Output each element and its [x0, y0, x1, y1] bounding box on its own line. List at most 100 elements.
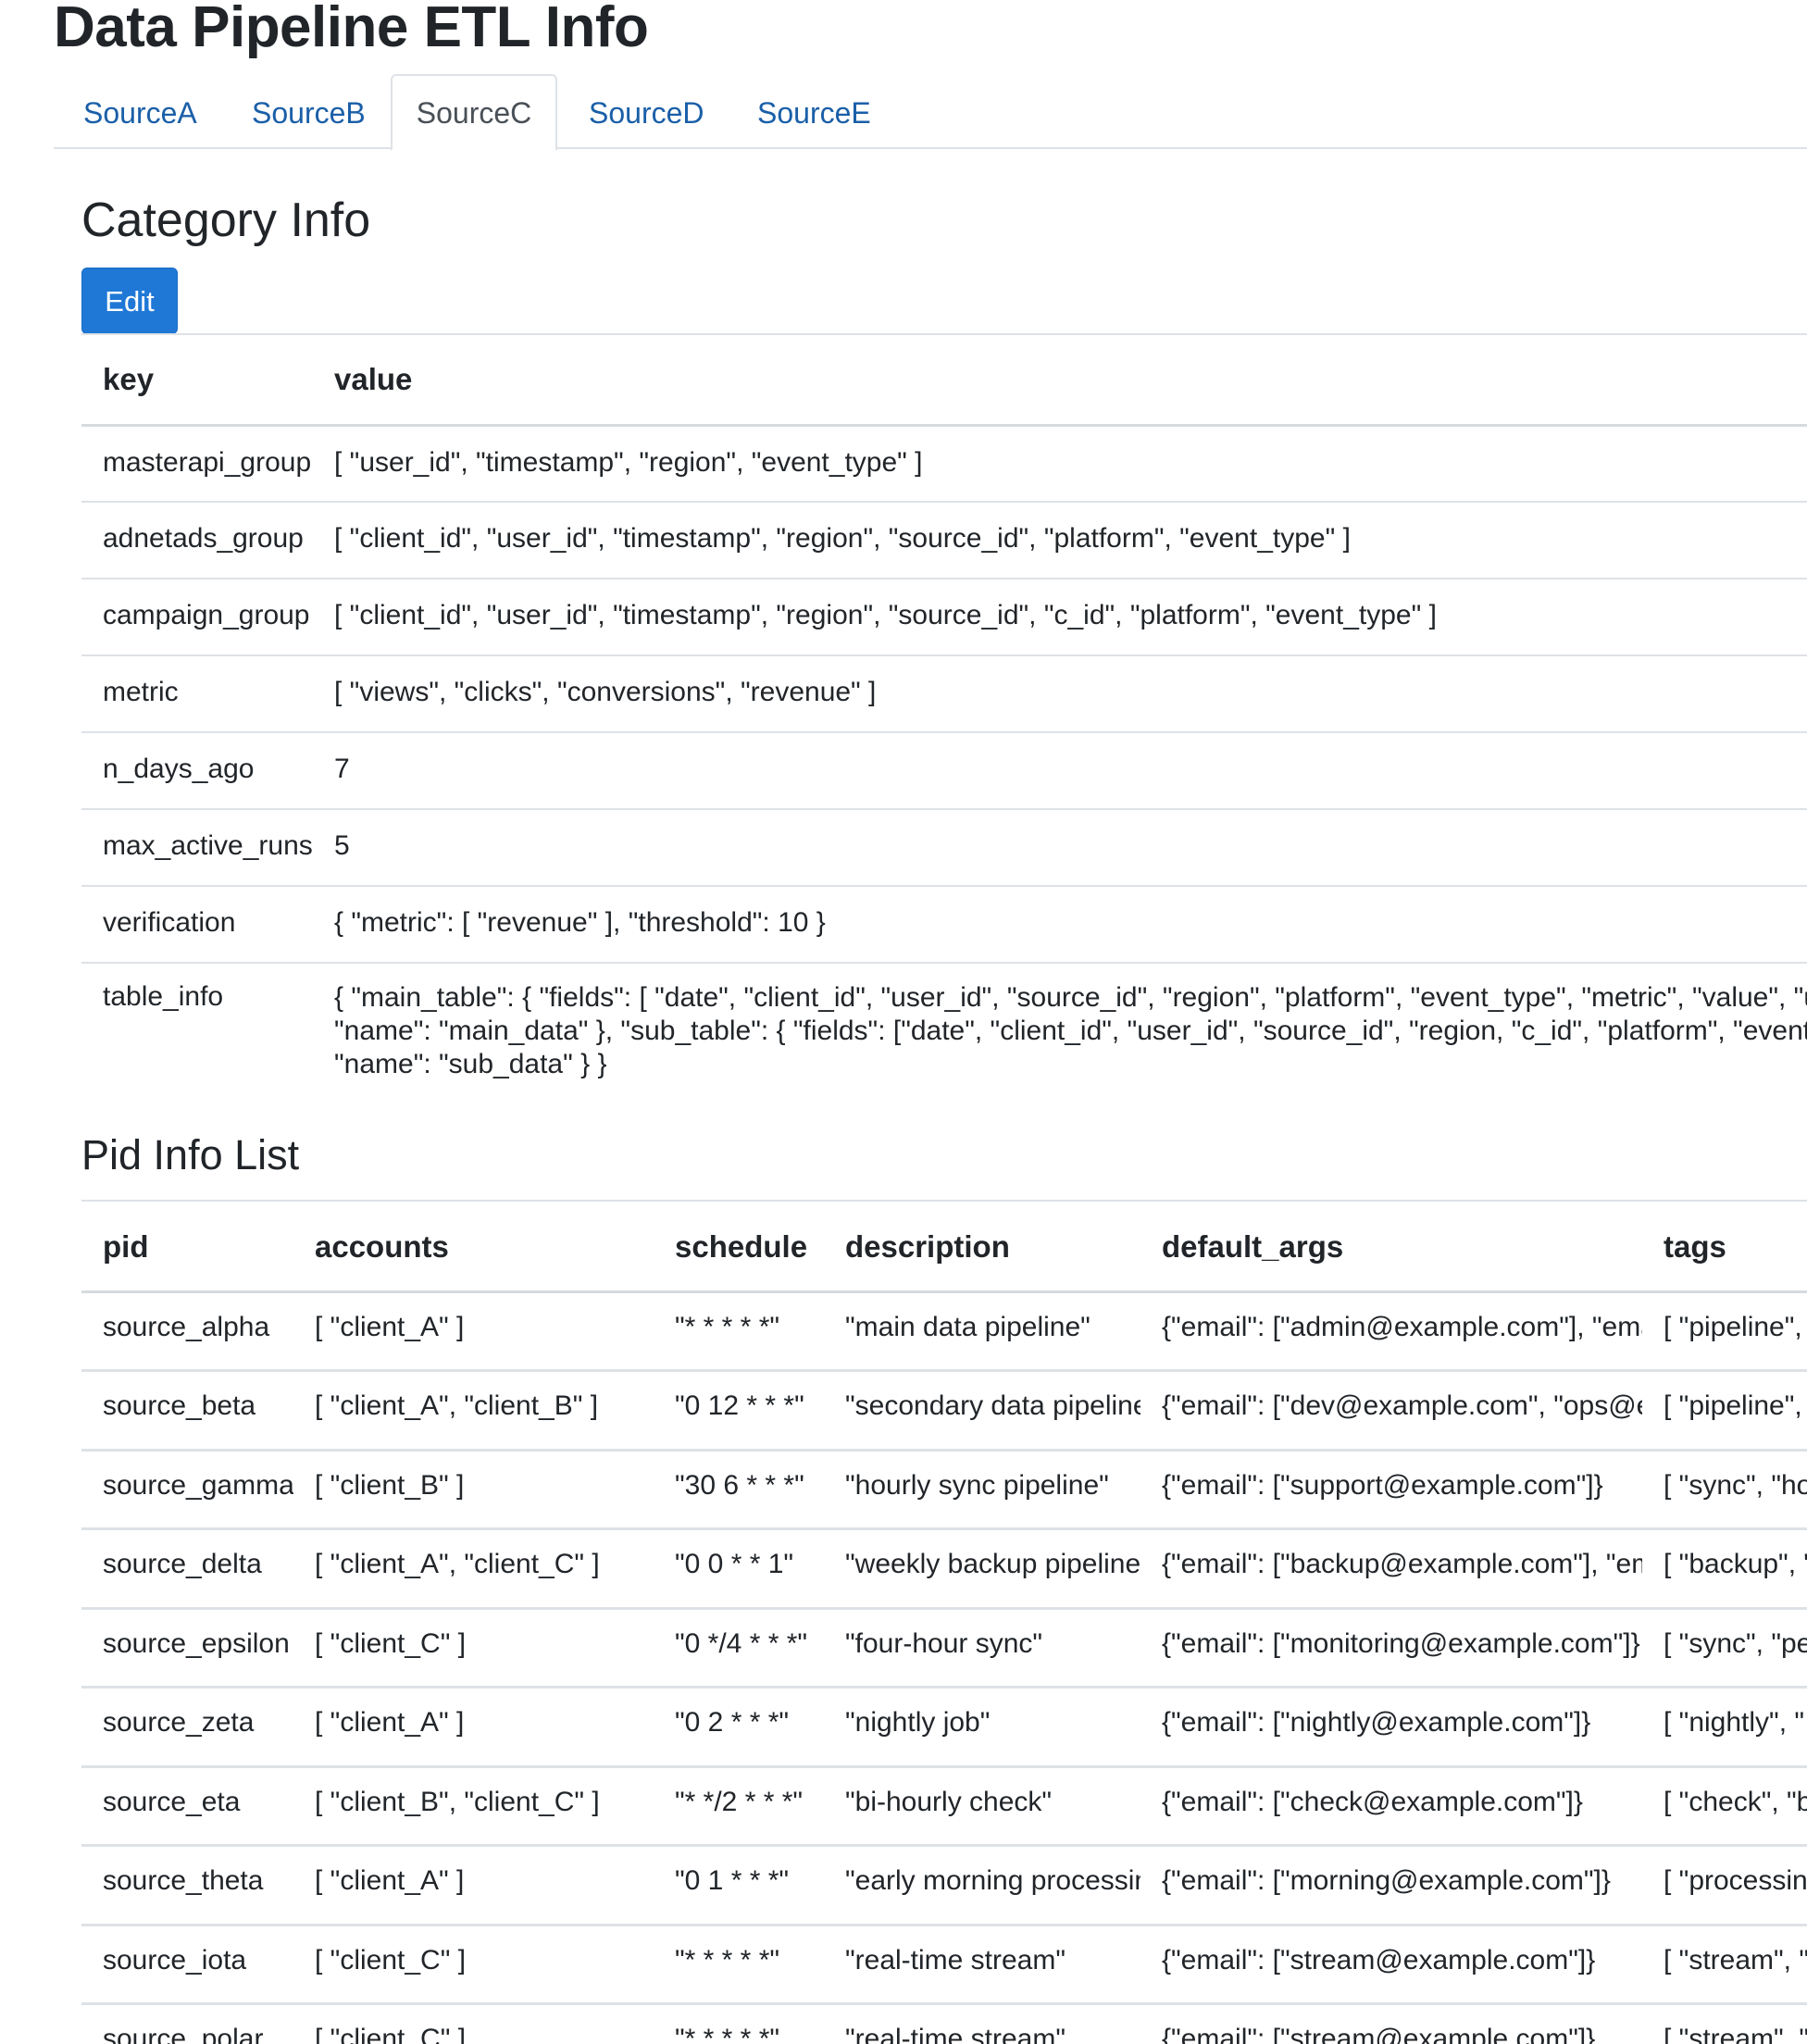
column-header-value: value	[334, 362, 413, 396]
description-cell: "early morning processing"	[845, 1865, 1140, 1896]
column-header-default-args: default_args	[1162, 1229, 1344, 1264]
column-header-pid: pid	[103, 1229, 149, 1264]
table-row: source_alpha [ "client_A" ] "* * * * *" …	[81, 1291, 1807, 1371]
description-cell: "secondary data pipeline"	[845, 1390, 1140, 1421]
table-row: source_eta [ "client_B", "client_C" ] "*…	[81, 1766, 1807, 1846]
description-cell: "main data pipeline"	[845, 1311, 1090, 1342]
pid-cell: source_polar	[103, 2024, 264, 2044]
column-header-accounts: accounts	[315, 1229, 449, 1264]
description-cell: "nightly job"	[845, 1707, 991, 1738]
table-row: metric [ "views", "clicks", "conversions…	[81, 655, 1807, 732]
accounts-cell: [ "client_A" ]	[315, 1865, 465, 1896]
category-info-table: key value masterapi_group [ "user_id", "…	[81, 333, 1807, 1089]
pid-cell: source_zeta	[103, 1707, 255, 1738]
tags-cell: [ "sync", "pe	[1664, 1627, 1807, 1659]
pid-info-table: pid accounts schedule description defaul…	[81, 1200, 1807, 2044]
default-args-cell: {"email": ["support@example.com"]}	[1162, 1469, 1603, 1501]
schedule-cell: "0 */4 * * *"	[675, 1627, 808, 1659]
tab-source-c[interactable]: SourceC	[391, 74, 557, 151]
pid-cell: source_alpha	[103, 1311, 270, 1342]
tags-cell: [ "pipeline", "	[1664, 1390, 1807, 1421]
description-cell: "hourly sync pipeline"	[845, 1469, 1109, 1501]
tags-cell: [ "processing	[1664, 1865, 1807, 1896]
default-args-cell: {"email": ["stream@example.com"]}	[1162, 2024, 1596, 2044]
description-cell: "bi-hourly check"	[845, 1786, 1053, 1817]
table-row: source_beta [ "client_A", "client_B" ] "…	[81, 1371, 1807, 1450]
column-header-schedule: schedule	[675, 1229, 808, 1264]
default-args-cell: {"email": ["admin@example.com"], "email_…	[1162, 1311, 1642, 1342]
column-header-description: description	[845, 1229, 1010, 1264]
tab-source-b[interactable]: SourceB	[252, 74, 366, 149]
page-root: Data Pipeline ETL Info SourceA SourceB S…	[0, 0, 1807, 2044]
table-row: source_theta [ "client_A" ] "0 1 * * *" …	[81, 1846, 1807, 1925]
row-value: 5	[334, 830, 350, 861]
tags-cell: [ "stream", "	[1664, 1944, 1807, 1975]
schedule-cell: "0 0 * * 1"	[675, 1549, 794, 1579]
row-value: [ "client_id", "user_id", "timestamp", "…	[334, 523, 1351, 554]
pid-cell: source_theta	[103, 1865, 264, 1896]
category-header-row: key value	[81, 334, 1807, 425]
pid-info-list-title: Pid Info List	[81, 1131, 300, 1178]
tab-source-e[interactable]: SourceE	[757, 74, 871, 149]
tags-cell: [ "sync", "ho	[1664, 1469, 1807, 1501]
page-title: Data Pipeline ETL Info	[54, 0, 649, 59]
table-row: source_zeta [ "client_A" ] "0 2 * * *" "…	[81, 1688, 1807, 1766]
default-args-cell: {"email": ["nightly@example.com"]}	[1162, 1707, 1591, 1738]
schedule-cell: "0 1 * * *"	[675, 1865, 790, 1896]
accounts-cell: [ "client_B", "client_C" ]	[315, 1786, 600, 1817]
pid-cell: source_beta	[103, 1390, 256, 1421]
row-value: { "metric": [ "revenue" ], "threshold": …	[334, 907, 826, 938]
tags-cell: [ "check", "b	[1664, 1786, 1807, 1817]
source-tabs: SourceA SourceB SourceC SourceD SourceE	[54, 74, 1807, 151]
row-key: n_days_ago	[103, 754, 255, 784]
table-row: source_delta [ "client_A", "client_C" ] …	[81, 1529, 1807, 1608]
table-row: source_polar [ "client_C" ] "* * * * *" …	[81, 2004, 1807, 2044]
default-args-cell: {"email": ["check@example.com"]}	[1162, 1786, 1583, 1817]
table-row: table_info { "main_table": { "fields": […	[81, 963, 1807, 1089]
category-info-title: Category Info	[81, 193, 371, 247]
schedule-cell: "30 6 * * *"	[675, 1469, 804, 1501]
pid-cell: source_eta	[103, 1786, 241, 1817]
table-row: verification { "metric": [ "revenue" ], …	[81, 886, 1807, 963]
row-key: metric	[103, 677, 179, 707]
schedule-cell: "* * * * *"	[675, 2024, 780, 2044]
tags-cell: [ "stream", "	[1664, 2024, 1807, 2044]
row-value: 7	[334, 754, 350, 784]
row-value: [ "user_id", "timestamp", "region", "eve…	[334, 446, 923, 478]
pid-cell: source_delta	[103, 1549, 262, 1579]
edit-button[interactable]: Edit	[81, 268, 178, 334]
table-row: source_gamma [ "client_B" ] "30 6 * * *"…	[81, 1450, 1807, 1529]
column-header-tags: tags	[1664, 1229, 1726, 1264]
accounts-cell: [ "client_A", "client_B" ]	[315, 1390, 599, 1421]
tab-source-a[interactable]: SourceA	[83, 74, 197, 149]
schedule-cell: "0 12 * * *"	[675, 1390, 804, 1421]
table-row: n_days_ago 7	[81, 732, 1807, 809]
tab-source-d[interactable]: SourceD	[589, 74, 704, 149]
description-cell: "real-time stream"	[845, 1944, 1066, 1975]
tags-cell: [ "backup", "	[1664, 1549, 1807, 1579]
schedule-cell: "* */2 * * *"	[675, 1786, 804, 1817]
pid-cell: source_epsilon	[103, 1627, 290, 1659]
accounts-cell: [ "client_A" ]	[315, 1311, 465, 1342]
accounts-cell: [ "client_A", "client_C" ]	[315, 1549, 600, 1579]
pid-cell: source_iota	[103, 1944, 247, 1975]
pid-header-row: pid accounts schedule description defaul…	[81, 1201, 1807, 1291]
schedule-cell: "* * * * *"	[675, 1944, 780, 1975]
pid-cell: source_gamma	[103, 1469, 293, 1501]
accounts-cell: [ "client_C" ]	[315, 1944, 467, 1975]
default-args-cell: {"email": ["dev@example.com", "ops@exam	[1162, 1390, 1642, 1421]
accounts-cell: [ "client_C" ]	[315, 1627, 467, 1659]
row-key: campaign_group	[103, 600, 310, 630]
row-value: [ "views", "clicks", "conversions", "rev…	[334, 677, 877, 707]
row-key: adnetads_group	[103, 523, 304, 554]
row-key: masterapi_group	[103, 446, 312, 478]
accounts-cell: [ "client_B" ]	[315, 1469, 465, 1501]
accounts-cell: [ "client_C" ]	[315, 2024, 467, 2044]
table-row: source_iota [ "client_C" ] "* * * * *" "…	[81, 1925, 1807, 2004]
row-key: max_active_runs	[103, 830, 313, 861]
table-row: adnetads_group [ "client_id", "user_id",…	[81, 502, 1807, 579]
default-args-cell: {"email": ["monitoring@example.com"]}	[1162, 1627, 1640, 1659]
description-cell: "four-hour sync"	[845, 1627, 1043, 1659]
row-key: verification	[103, 907, 236, 938]
tags-cell: [ "nightly", "	[1664, 1707, 1805, 1738]
